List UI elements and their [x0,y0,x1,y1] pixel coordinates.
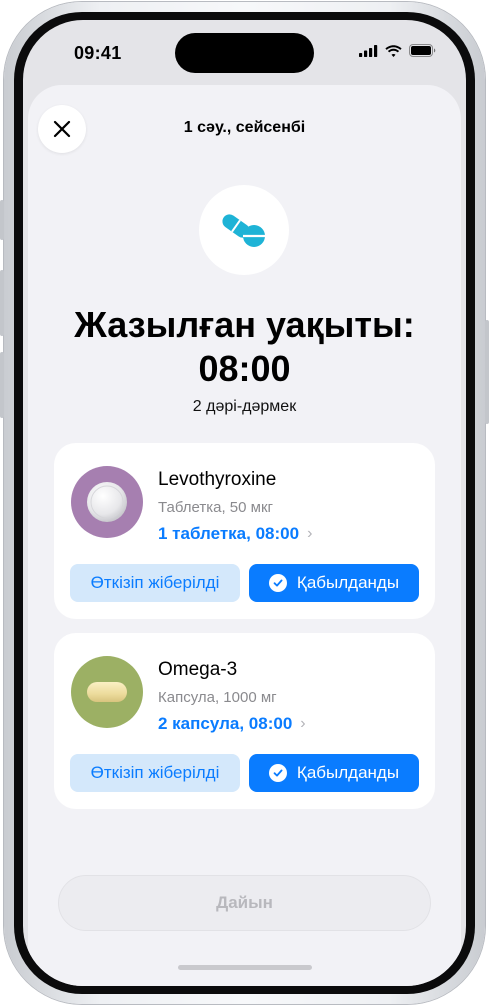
taken-button[interactable]: Қабылданды [249,564,419,602]
chevron-right-icon: › [300,715,306,732]
taken-label: Қабылданды [296,763,400,782]
medication-dose-link[interactable]: 2 капсула, 08:00 › [158,714,306,734]
medication-card: Levothyroxine Таблетка, 50 мкг 1 таблетк… [54,443,435,619]
sheet-title: 1 сәу., сейсенбі [183,119,306,136]
heading-line-2: 08:00 [198,348,291,389]
heading-line-1: Жазылған уақыты: [74,304,415,345]
wifi-icon [385,44,402,57]
status-bar: 09:41 [23,20,466,80]
skipped-button[interactable]: Өткізіп жіберілді [70,564,240,602]
dose-label: 1 таблетка, 08:00 [158,524,300,543]
dose-label: 2 капсула, 08:00 [158,714,293,733]
medication-name: Omega-3 [158,659,238,680]
capsule-icon [87,682,127,702]
screen: 09:41 1 сәу., сейсенбі Жазылған уақыты: … [23,20,466,986]
medication-detail: Таблетка, 50 мкг [158,499,273,516]
round-tablet-icon [87,482,127,522]
status-time: 09:41 [74,43,122,63]
taken-label: Қабылданды [296,573,400,592]
power-button [485,320,489,424]
checkmark-icon [268,764,287,782]
scheduled-time-heading: Жазылған уақыты: 08:00 [28,303,461,391]
action-button [0,200,4,240]
volume-down-button [0,352,4,418]
status-icons [359,44,436,57]
chevron-right-icon: › [307,525,313,542]
checkmark-icon [268,574,287,592]
dynamic-island [175,33,314,73]
taken-button[interactable]: Қабылданды [249,754,419,792]
done-button[interactable]: Дайын [58,875,431,931]
cellular-signal-icon [359,44,378,57]
pills-badge [199,185,289,275]
skipped-button[interactable]: Өткізіп жіберілді [70,754,240,792]
volume-up-button [0,270,4,336]
medication-icon [71,466,143,538]
home-indicator[interactable] [178,965,312,970]
medication-dose-link[interactable]: 1 таблетка, 08:00 › [158,524,312,544]
medication-card: Omega-3 Капсула, 1000 мг 2 капсула, 08:0… [54,633,435,809]
medication-detail: Капсула, 1000 мг [158,689,277,706]
battery-icon [409,44,436,57]
medication-count: 2 дәрі-дәрмек [192,398,297,415]
medication-name: Levothyroxine [158,469,277,490]
pills-icon [222,214,265,247]
medication-log-sheet: 1 сәу., сейсенбі Жазылған уақыты: 08:00 … [28,85,461,986]
medication-icon [71,656,143,728]
